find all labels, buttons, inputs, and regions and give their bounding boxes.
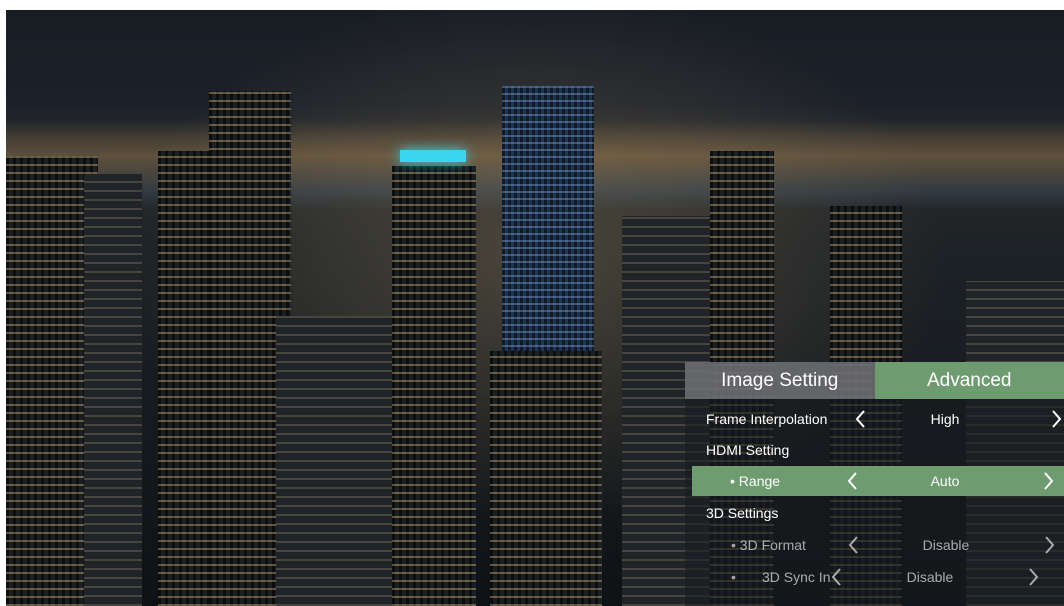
menu-tabs: Image Setting Advanced [685,362,1064,399]
chevron-left-icon[interactable] [851,408,869,430]
3d-settings-heading: 3D Settings [706,505,779,521]
3d-format-value: Disable [922,537,970,553]
frame-interpolation-row[interactable]: Frame Interpolation High [693,404,1064,434]
tab-advanced[interactable]: Advanced [874,362,1064,399]
3d-sync-value: Disable [906,569,954,585]
chevron-left-icon[interactable] [843,470,861,492]
3d-sync-bullet: • [731,569,736,585]
frame-interpolation-value: High [930,411,960,427]
range-value: Auto [930,473,960,489]
osd-menu: Image Setting Advanced Frame Interpolati… [685,362,1064,606]
frame-interpolation-label: Frame Interpolation [706,411,828,427]
building [276,316,396,606]
3d-sync-row[interactable]: • 3D Sync In Disable [693,562,1064,592]
chevron-right-icon[interactable] [1040,470,1058,492]
building [84,174,142,606]
tab-image-setting[interactable]: Image Setting [685,362,875,399]
3d-format-label: • 3D Format [731,537,806,553]
building [392,166,476,606]
range-row[interactable]: • Range Auto [692,466,1064,496]
chevron-left-icon[interactable] [844,534,862,556]
building [490,351,602,606]
range-label: • Range [730,473,781,489]
3d-format-row[interactable]: • 3D Format Disable [693,530,1064,560]
tower-crown-light [400,150,466,162]
chevron-right-icon[interactable] [1041,534,1059,556]
3d-sync-label: 3D Sync In [762,569,831,585]
chevron-right-icon[interactable] [1025,566,1043,588]
chevron-right-icon[interactable] [1048,408,1064,430]
hdmi-setting-heading: HDMI Setting [706,442,790,458]
chevron-left-icon[interactable] [827,566,845,588]
